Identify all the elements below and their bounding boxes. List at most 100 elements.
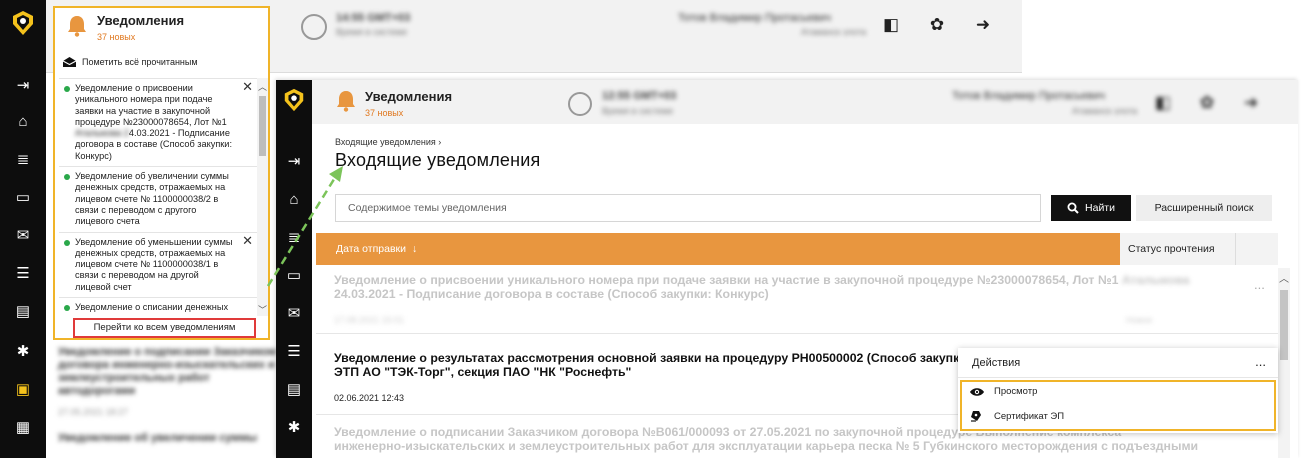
gear-icon[interactable]: ✿ [1196,92,1218,114]
unread-dot [64,86,70,92]
notification-item[interactable]: Уведомление об уменьшении суммы денежных… [59,233,257,299]
system-time-label: Время в системе [602,106,674,116]
notification-title: Уведомление о присвоении уникального ном… [334,273,1254,301]
unread-dot [64,174,70,181]
actions-menu-title: Действия [972,356,1021,369]
notifications-dropdown: Уведомления 37 новых Пометить всё прочит… [53,6,270,340]
more-icon[interactable]: ... [1255,354,1266,369]
search-icon [1067,202,1079,214]
find-button-label: Найти [1085,202,1115,214]
list-icon[interactable]: ☰ [284,342,304,362]
card-icon[interactable]: ▦ [13,418,33,438]
eye-icon [970,387,984,396]
coins-icon[interactable]: ≣ [284,228,304,248]
left-nav-rail: ⇥ ⌂ ≣ ▭ ✉ ☰ ▤ ✱ [276,80,312,458]
company-logo [13,11,33,35]
close-icon[interactable]: ✕ [242,233,253,246]
action-view[interactable]: Просмотр [970,386,1037,397]
row-divider [316,333,1278,334]
notification-text: Уведомление об увеличении суммы денежных… [75,171,229,227]
dropdown-title: Уведомления [97,13,185,28]
read-status: Новое [1126,315,1153,325]
new-count: 37 новых [97,32,136,42]
inbox-icon[interactable]: ✉ [13,226,33,246]
logout-icon[interactable]: ➜ [1240,92,1262,114]
envelope-open-icon [63,57,76,67]
search-input[interactable] [336,195,1040,221]
breadcrumb[interactable]: Входящие уведомления › [335,137,441,147]
gear-icon[interactable]: ✿ [926,14,948,36]
expand-menu-icon[interactable]: ⇥ [13,76,33,96]
notifications-icon[interactable]: ▣ [13,380,33,400]
incoming-notifications-window: ⇥ ⌂ ≣ ▭ ✉ ☰ ▤ ✱ Уведомления 37 новых 12:… [276,80,1298,458]
signature-pen-icon [971,411,981,422]
door-icon[interactable]: ◧ [880,14,902,36]
row-actions-menu-icon[interactable]: ... [1254,277,1265,292]
redacted-text: Аталыкова [1121,273,1190,287]
chevron-up-icon[interactable]: ︿ [257,80,268,93]
chevron-down-icon[interactable]: ﹀ [257,303,268,316]
table-header: Дата отправки ↓ Статус прочтения [316,233,1278,265]
advanced-search-button[interactable]: Расширенный поиск [1136,195,1272,221]
home-icon[interactable]: ⌂ [13,112,33,132]
logout-icon[interactable]: ➜ [972,14,994,36]
close-icon[interactable]: ✕ [242,80,253,93]
view-all-notifications-button[interactable]: Перейти ко всем уведомлениям [73,318,256,338]
search-field-wrapper [335,194,1041,222]
actions-menu: Действия ... Просмотр Сертификат ЭП [958,348,1278,433]
notification-item[interactable]: Уведомление об увеличении суммы денежных… [59,167,257,233]
scrollbar-thumb[interactable] [259,96,266,156]
unread-dot [64,305,70,312]
notification-title-text: Уведомление о результатах рассмотрения о… [334,351,1000,365]
notification-title: Уведомление об увеличении суммы [58,432,258,444]
column-header-date[interactable]: Дата отправки ↓ [316,233,1120,265]
settings-icon[interactable]: ✱ [284,418,304,438]
notification-title-text-cont: 24.03.2021 - Подписание договора в соста… [334,287,769,301]
expand-menu-icon[interactable]: ⇥ [284,152,304,172]
action-signature-label: Сертификат ЭП [994,410,1065,422]
list-icon[interactable]: ☰ [13,264,33,284]
notifications-list: Уведомление о присвоении уникального ном… [59,78,257,317]
notification-item[interactable]: Уведомление о присвоении уникального ном… [59,79,257,168]
company-logo [284,88,304,112]
scrollbar-thumb[interactable] [1280,290,1288,360]
document-icon[interactable]: ▤ [13,302,33,322]
system-time: 12:55 GMT+03 [602,90,677,102]
system-time: 14:55 GMT+03 [336,12,411,24]
column-header-date-label: Дата отправки [336,243,406,255]
mark-all-read-button[interactable]: Пометить всё прочитанным [63,54,198,70]
notification-text: Уведомление о присвоении уникального ном… [75,83,227,127]
table-scrollbar[interactable]: ︿ [1278,268,1290,458]
action-signature-certificate[interactable]: Сертификат ЭП [970,410,1064,422]
user-org: Атаманск злота [1072,106,1138,116]
new-count: 37 новых [365,108,404,118]
inbox-icon[interactable]: ✉ [284,304,304,324]
column-header-status[interactable]: Статус прочтения [1120,233,1236,265]
notification-text: Уведомление об уменьшении суммы денежных… [75,236,233,292]
chevron-up-icon[interactable]: ︿ [1278,270,1290,285]
notification-item[interactable]: Уведомление о списании денежных [59,298,257,317]
settings-icon[interactable]: ✱ [13,342,33,362]
document-icon[interactable]: ▤ [284,380,304,400]
left-nav-rail: ⇥ ⌂ ≣ ▭ ✉ ☰ ▤ ✱ ▣ ▦ [0,0,46,458]
column-header-actions [1236,233,1278,265]
notification-title-text-cont: инженерно-изыскательских и землеустроите… [334,439,1199,453]
system-time-label: Время в системе [336,27,408,37]
bell-icon[interactable] [336,90,356,112]
user-name: Тотов Владимир Протасьевич [952,90,1105,102]
id-card-icon[interactable]: ▭ [13,188,33,208]
home-icon[interactable]: ⌂ [284,190,304,210]
notification-title-text: Уведомление о присвоении уникального ном… [334,273,1119,287]
door-icon[interactable]: ◧ [1152,92,1174,114]
dropdown-scrollbar[interactable]: ︿ ﹀ [257,78,268,316]
id-card-icon[interactable]: ▭ [284,266,304,286]
find-button[interactable]: Найти [1051,195,1131,221]
coins-icon[interactable]: ≣ [13,150,33,170]
clock-icon [568,92,592,116]
sort-down-icon: ↓ [412,243,418,255]
background-notification-card: Уведомление об увеличении суммы [58,432,278,444]
notification-title-text-cont: ЭТП АО "ТЭК-Торг", секция ПАО "НК "Росне… [334,365,632,379]
table-row[interactable]: Уведомление о присвоении уникального ном… [334,273,1265,325]
clock-icon [301,14,327,40]
user-name: Тотов Владимир Протасьевич [678,12,831,24]
